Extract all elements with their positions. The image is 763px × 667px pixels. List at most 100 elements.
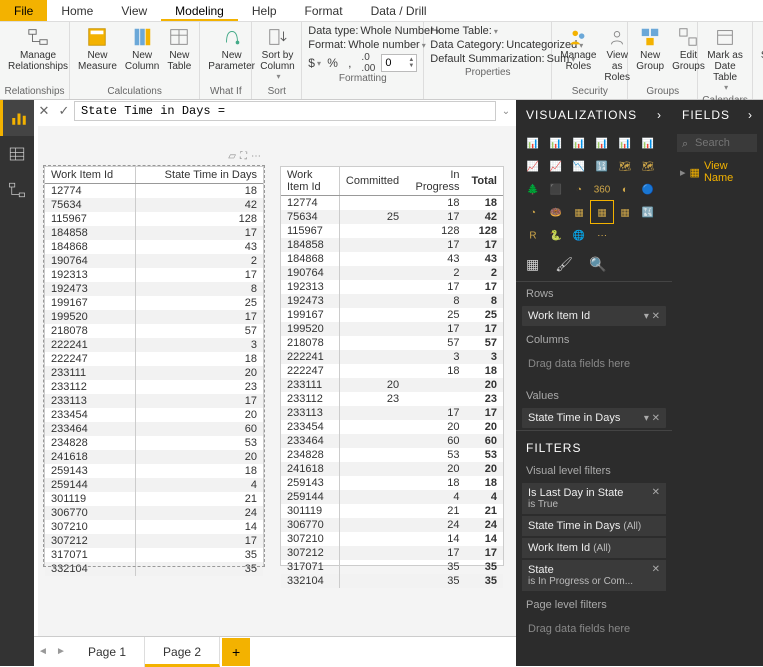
report-canvas[interactable]: ▱⛶⋯ Work Item IdState Time in Days127741…	[38, 126, 516, 636]
add-page-button[interactable]: +	[222, 638, 250, 666]
remove-row-field-icon[interactable]: ▾ ✕	[644, 311, 660, 322]
table-row[interactable]: 18486843	[45, 240, 263, 254]
currency-icon[interactable]: $▾	[308, 54, 321, 72]
formula-expand-button[interactable]: ⌄	[496, 101, 516, 121]
viz-type-button[interactable]: 📊	[545, 132, 567, 154]
percent-icon[interactable]: %	[327, 54, 338, 72]
table-row[interactable]: 3072101414	[281, 532, 503, 546]
viz-type-button[interactable]: 📊	[614, 132, 636, 154]
table-row[interactable]: 2334542020	[281, 420, 503, 434]
report-view-button[interactable]	[0, 100, 34, 136]
visual-filter-icon[interactable]: ▱	[228, 151, 236, 162]
model-view-button[interactable]	[0, 172, 34, 208]
mark-date-table-button[interactable]: Mark asDate Table▾	[702, 24, 748, 94]
table-row[interactable]: 18485817	[45, 226, 263, 240]
table-row[interactable]: 127741818	[281, 196, 503, 211]
table-row[interactable]: 2591431818	[281, 476, 503, 490]
new-group-button[interactable]: NewGroup	[632, 24, 668, 85]
table-row[interactable]: 1924738	[45, 282, 263, 296]
table-row[interactable]: 2222471818	[281, 364, 503, 378]
table-row[interactable]: 1991672525	[281, 308, 503, 322]
viz-type-button[interactable]: 📈	[545, 155, 567, 177]
table-row[interactable]: 24161820	[45, 450, 263, 464]
tab-help[interactable]: Help	[238, 0, 291, 21]
format-dropdown[interactable]: Format:Whole number▾	[308, 38, 417, 52]
page-tab[interactable]: Page 1	[70, 637, 145, 667]
table-row[interactable]: 3321043535	[281, 574, 503, 588]
synonyms-button[interactable]: Synonym	[757, 24, 763, 99]
table-row[interactable]: 1923131717	[281, 280, 503, 294]
tab-view[interactable]: View	[107, 0, 161, 21]
viz-type-button[interactable]: 🐍	[545, 224, 567, 246]
filter-card[interactable]: Work Item Id (All)	[522, 538, 666, 558]
viz-type-button[interactable]: 🌲	[522, 178, 544, 200]
table-row[interactable]: 1907642	[45, 254, 263, 268]
viz-type-button[interactable]: 📊	[591, 132, 613, 154]
table-row[interactable]: 19916725	[45, 296, 263, 310]
format-tab-icon[interactable]: 🖌	[555, 256, 573, 273]
table-row[interactable]: 1848684343	[281, 252, 503, 266]
collapse-viz-panel-icon[interactable]: ›	[657, 108, 662, 122]
formula-commit-button[interactable]: ✓	[54, 101, 74, 121]
table-row[interactable]: 33210435	[45, 562, 263, 576]
page-filters-drop-zone[interactable]: Drag data fields here	[522, 617, 666, 641]
manage-roles-button[interactable]: ManageRoles	[556, 24, 600, 85]
filter-card[interactable]: Stateis In Progress or Com...✕	[522, 560, 666, 591]
tab-datadrill[interactable]: Data / Drill	[357, 0, 441, 21]
fields-tab-icon[interactable]: ▦	[526, 256, 539, 273]
viz-type-button[interactable]: 📉	[568, 155, 590, 177]
collapse-fields-panel-icon[interactable]: ›	[748, 108, 753, 122]
page-prev-button[interactable]: ◄	[34, 646, 52, 657]
fields-search-input[interactable]	[677, 134, 757, 152]
table-row[interactable]: 30721014	[45, 520, 263, 534]
field-item-view-name[interactable]: ▸▦View Name	[672, 156, 763, 188]
page-tab[interactable]: Page 2	[145, 637, 220, 667]
filter-card[interactable]: Is Last Day in Stateis True✕	[522, 483, 666, 514]
viz-type-button[interactable]: 🗺	[614, 155, 636, 177]
home-table-dropdown[interactable]: Home Table:▾	[430, 24, 545, 38]
viz-type-button[interactable]: ▦	[591, 201, 613, 223]
viz-type-button[interactable]: ▦	[614, 201, 636, 223]
tab-format[interactable]: Format	[291, 0, 357, 21]
manage-relationships-button[interactable]: ManageRelationships	[4, 24, 72, 85]
table-row[interactable]: 7563442	[45, 198, 263, 212]
formula-cancel-button[interactable]: ✕	[34, 101, 54, 121]
new-parameter-button[interactable]: NewParameter	[204, 24, 259, 85]
table-row[interactable]: 2334646060	[281, 434, 503, 448]
table-row[interactable]: 30111921	[45, 492, 263, 506]
viz-type-button[interactable]: ▦	[568, 201, 590, 223]
analytics-tab-icon[interactable]: 🔍	[589, 256, 606, 273]
visual-more-icon[interactable]: ⋯	[251, 151, 261, 162]
table-row[interactable]: 19952017	[45, 310, 263, 324]
table-row[interactable]: 22224133	[281, 350, 503, 364]
table-visual-2[interactable]: Work Item IdCommittedIn ProgressTotal127…	[280, 166, 504, 566]
rows-field-well[interactable]: Work Item Id▾ ✕	[522, 306, 666, 326]
table-row[interactable]: 2348285353	[281, 448, 503, 462]
viz-type-button[interactable]: ◐	[614, 178, 636, 200]
comma-icon[interactable]: ,	[344, 54, 355, 72]
table-row[interactable]: 75634251742	[281, 210, 503, 224]
table-row[interactable]: 25914318	[45, 464, 263, 478]
remove-filter-icon[interactable]: ✕	[652, 564, 660, 575]
remove-filter-icon[interactable]: ✕	[652, 487, 660, 498]
table-row[interactable]: 2331122323	[281, 392, 503, 406]
table-row[interactable]: 2416182020	[281, 462, 503, 476]
table-row[interactable]: 3067702424	[281, 518, 503, 532]
values-field-well[interactable]: State Time in Days▾ ✕	[522, 408, 666, 428]
tab-modeling[interactable]: Modeling	[161, 0, 238, 21]
table-row[interactable]: 1848581717	[281, 238, 503, 252]
remove-value-field-icon[interactable]: ▾ ✕	[644, 413, 660, 424]
table-row[interactable]: 2222413	[45, 338, 263, 352]
table-row[interactable]: 19231317	[45, 268, 263, 282]
table-row[interactable]: 2180785757	[281, 336, 503, 350]
table-row[interactable]: 23482853	[45, 436, 263, 450]
viz-type-button[interactable]: 📊	[568, 132, 590, 154]
table-row[interactable]: 23311223	[45, 380, 263, 394]
table-row[interactable]: 21807857	[45, 324, 263, 338]
table-row[interactable]: 1995201717	[281, 322, 503, 336]
viz-type-button[interactable]: 🍩	[545, 201, 567, 223]
viz-type-button[interactable]: 📊	[637, 132, 659, 154]
table-row[interactable]: 31707135	[45, 548, 263, 562]
default-summarization-dropdown[interactable]: Default Summarization:Sum▾	[430, 52, 545, 66]
new-measure-button[interactable]: NewMeasure	[74, 24, 121, 85]
